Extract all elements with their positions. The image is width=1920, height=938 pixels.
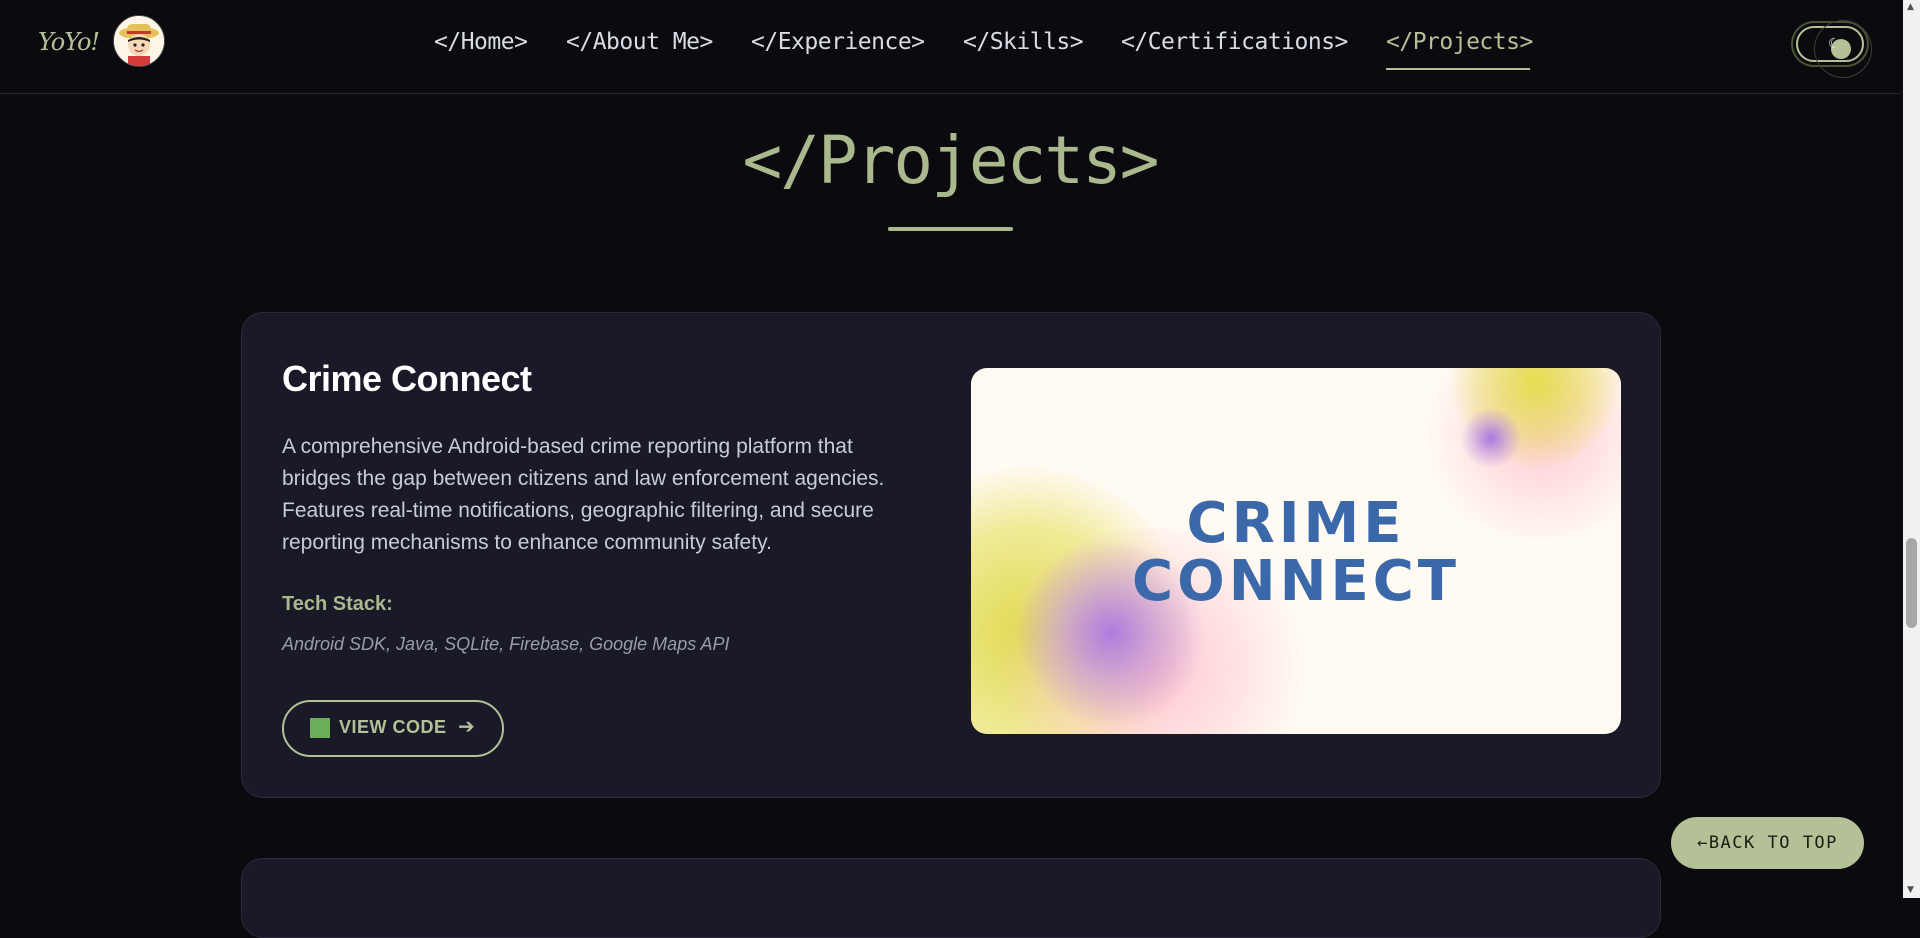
nav-certifications[interactable]: </Certifications> <box>1121 29 1348 55</box>
project-image: CRIME CONNECT <box>971 368 1621 734</box>
image-title-line1: CRIME <box>1186 491 1406 556</box>
navbar: YoYo! </Home> </About Me> </Experience> … <box>0 0 1900 94</box>
tech-stack-label: Tech Stack: <box>282 593 393 615</box>
back-to-top-button[interactable]: ←BACK TO TOP <box>1671 817 1864 869</box>
scrollbar[interactable]: ▲ ▼ <box>1903 0 1920 898</box>
nav-projects[interactable]: </Projects> <box>1386 29 1533 55</box>
image-title-line2: CONNECT <box>1132 549 1460 614</box>
project-card-next <box>241 858 1661 938</box>
nav-skills[interactable]: </Skills> <box>963 29 1084 55</box>
code-icon <box>310 718 330 738</box>
project-title: Crime Connect <box>282 358 532 399</box>
view-code-label: VIEW CODE <box>339 717 447 737</box>
scroll-up-icon[interactable]: ▲ <box>1907 2 1914 12</box>
moon-icon: ☾ <box>1828 36 1841 52</box>
tech-stack-list: Android SDK, Java, SQLite, Firebase, Goo… <box>282 634 730 654</box>
nav-home[interactable]: </Home> <box>434 29 528 55</box>
project-card: Crime Connect A comprehensive Android-ba… <box>241 312 1661 798</box>
scrollbar-thumb[interactable] <box>1906 538 1917 628</box>
nav-links: </Home> </About Me> </Experience> </Skil… <box>0 0 1900 93</box>
title-underline <box>888 227 1013 231</box>
scroll-down-icon[interactable]: ▼ <box>1907 885 1914 895</box>
nav-about-me[interactable]: </About Me> <box>566 29 713 55</box>
arrow-right-icon: ➔ <box>458 714 475 738</box>
blob-purple-right <box>1461 408 1521 468</box>
project-description: A comprehensive Android-based crime repo… <box>282 435 885 554</box>
section-title: </Projects> <box>742 122 1159 199</box>
nav-active-underline <box>1386 68 1530 70</box>
view-code-button[interactable]: VIEW CODE ➔ <box>282 700 504 757</box>
nav-experience[interactable]: </Experience> <box>751 29 925 55</box>
